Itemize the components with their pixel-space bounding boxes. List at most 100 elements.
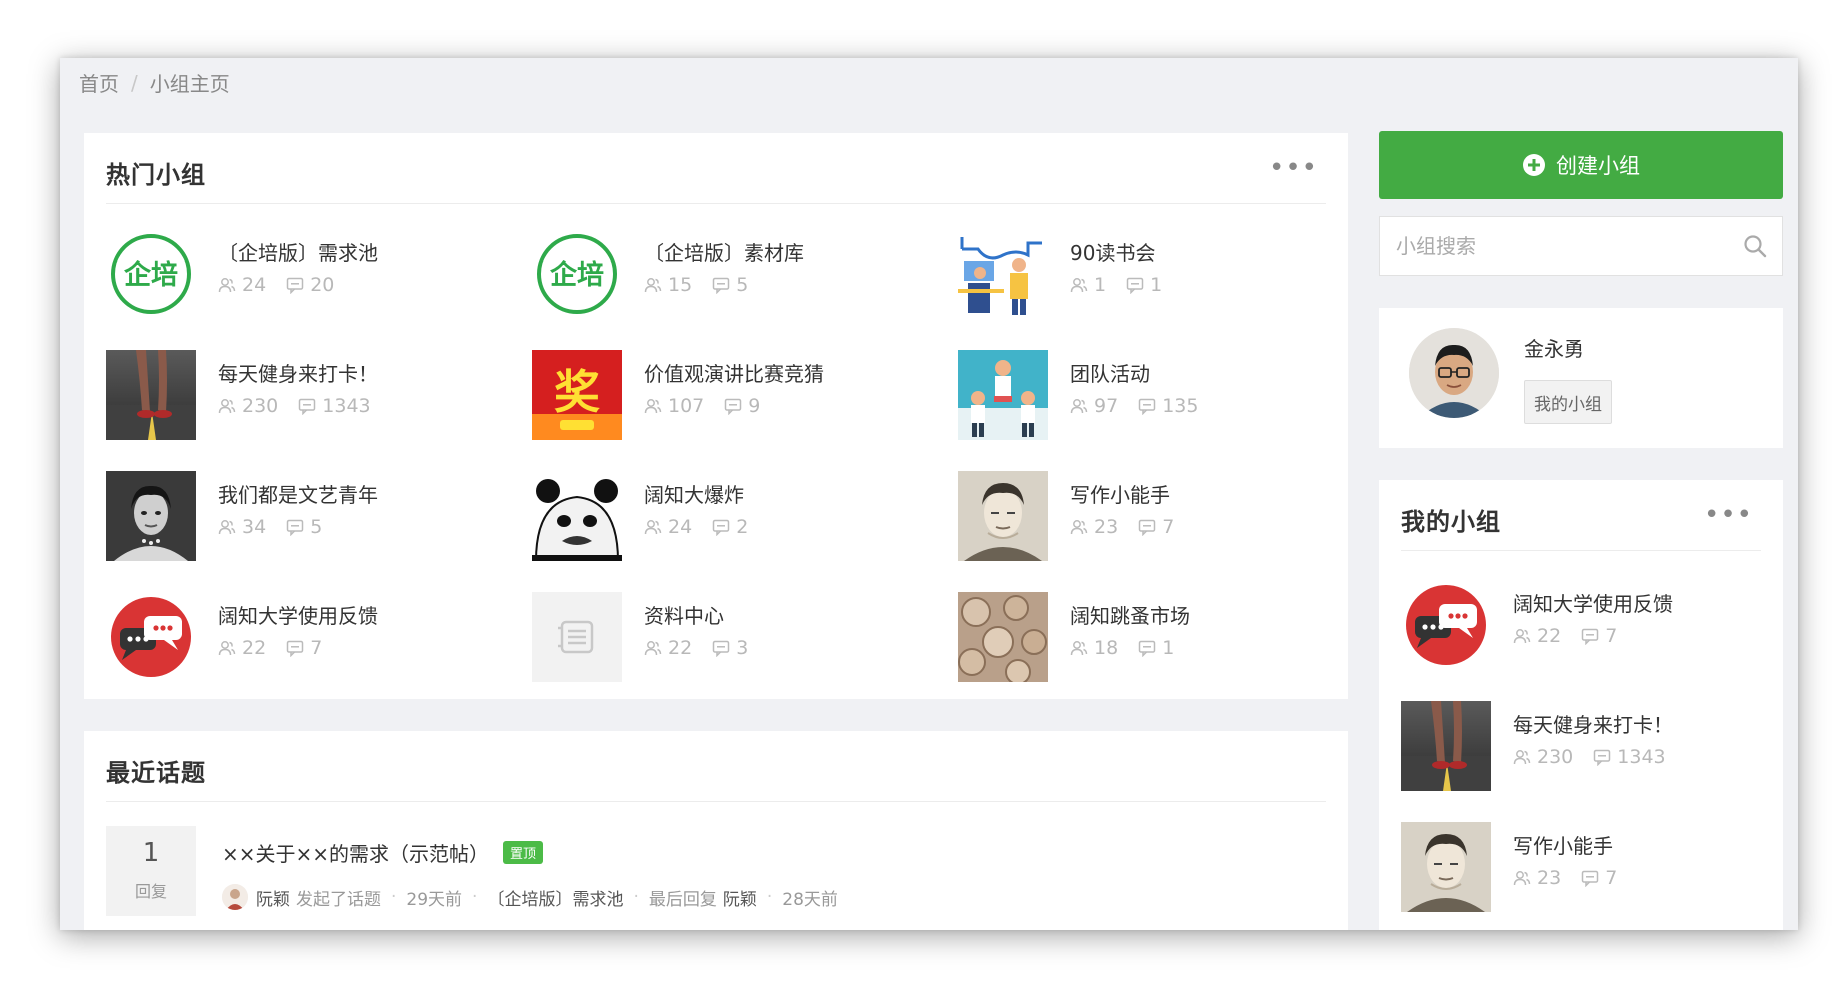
- group-thumbnail[interactable]: [532, 471, 622, 561]
- group-card[interactable]: 企培 〔企培版〕素材库 15 5: [532, 229, 932, 321]
- group-name[interactable]: 我们都是文艺青年: [218, 479, 378, 508]
- more-icon[interactable]: •••: [1269, 155, 1318, 181]
- breadcrumb-home[interactable]: 首页: [79, 68, 119, 97]
- group-name[interactable]: 每天健身来打卡！: [218, 358, 378, 387]
- topic-count-value: 7: [1162, 516, 1175, 538]
- topic-count-value: 1343: [1617, 746, 1666, 768]
- topic-count-value: 2: [736, 516, 749, 538]
- group-name[interactable]: 90读书会: [1070, 237, 1155, 266]
- group-card[interactable]: 团队活动 97 135: [958, 350, 1358, 442]
- group-card[interactable]: 企培 〔企培版〕需求池 24 20: [106, 229, 506, 321]
- members-icon: [1513, 750, 1531, 765]
- member-count-value: 34: [242, 516, 267, 538]
- group-card[interactable]: 写作小能手 23 7: [958, 471, 1358, 563]
- group-thumbnail[interactable]: [532, 592, 622, 682]
- breadcrumb-current: 小组主页: [149, 72, 230, 96]
- group-thumbnail[interactable]: [106, 350, 196, 440]
- group-name[interactable]: 阔知大爆炸: [644, 479, 744, 508]
- user-avatar[interactable]: [1409, 328, 1499, 418]
- topic-count-value: 5: [310, 516, 323, 538]
- group-thumbnail[interactable]: [106, 592, 196, 682]
- topic-count-value: 20: [310, 274, 335, 296]
- group-card[interactable]: 写作小能手 23 7: [1401, 822, 1761, 914]
- topic-group-link[interactable]: 〔企培版〕需求池: [487, 885, 623, 910]
- group-stats: 24 2: [644, 516, 768, 538]
- search-icon[interactable]: [1742, 233, 1768, 259]
- plus-circle-icon: [1523, 154, 1545, 176]
- group-stats: 230 1343: [1513, 746, 1686, 768]
- recent-topics-title: 最近话题: [106, 759, 206, 787]
- group-name[interactable]: 写作小能手: [1513, 830, 1613, 859]
- group-thumbnail[interactable]: 奖: [532, 350, 622, 440]
- group-name[interactable]: 阔知跳蚤市场: [1070, 600, 1190, 629]
- topic-count: 3: [712, 637, 748, 659]
- group-name[interactable]: 资料中心: [644, 600, 724, 629]
- user-name[interactable]: 金永勇: [1524, 333, 1584, 362]
- svg-text:企培: 企培: [550, 259, 604, 291]
- group-card[interactable]: 阔知大学使用反馈 22 7: [1401, 580, 1761, 672]
- more-icon[interactable]: •••: [1704, 502, 1753, 528]
- group-stats: 22 3: [644, 637, 768, 659]
- comments-icon: [712, 519, 730, 536]
- topic-count: 5: [286, 516, 322, 538]
- group-thumbnail[interactable]: [958, 471, 1048, 561]
- topic-count: 20: [286, 274, 334, 296]
- group-name[interactable]: 阔知大学使用反馈: [218, 600, 378, 629]
- svg-text:企培: 企培: [124, 259, 178, 291]
- svg-text:奖: 奖: [554, 365, 600, 419]
- member-count: 1: [1070, 274, 1106, 296]
- group-thumbnail[interactable]: [1401, 580, 1491, 670]
- group-name[interactable]: 〔企培版〕需求池: [218, 237, 378, 266]
- comments-icon: [1594, 749, 1611, 766]
- group-thumbnail[interactable]: [958, 350, 1048, 440]
- group-card[interactable]: 阔知大爆炸 24 2: [532, 471, 932, 563]
- my-groups-button[interactable]: 我的小组: [1524, 380, 1612, 424]
- group-name[interactable]: 每天健身来打卡！: [1513, 709, 1673, 738]
- group-card[interactable]: 90读书会 1 1: [958, 229, 1358, 321]
- my-groups-header: 我的小组 •••: [1401, 480, 1761, 551]
- author-avatar[interactable]: [222, 884, 248, 910]
- topic-count-value: 135: [1162, 395, 1199, 417]
- last-reply-time: 28天前: [782, 889, 838, 910]
- group-card[interactable]: 奖 价值观演讲比赛竞猜 107 9: [532, 350, 932, 442]
- topic-count: 5: [712, 274, 748, 296]
- topic-count-value: 7: [1605, 625, 1618, 647]
- members-icon: [644, 278, 662, 293]
- group-card[interactable]: 我们都是文艺青年 34 5: [106, 471, 506, 563]
- group-thumbnail[interactable]: [1401, 701, 1491, 791]
- group-thumbnail[interactable]: 企培: [106, 229, 196, 319]
- user-card: 金永勇 我的小组: [1379, 308, 1783, 448]
- member-count-value: 97: [1094, 395, 1119, 417]
- group-card[interactable]: 阔知大学使用反馈 22 7: [106, 592, 506, 684]
- topic-count-value: 5: [736, 274, 749, 296]
- comments-icon: [1581, 628, 1599, 645]
- topic-title-link[interactable]: ××关于××的需求（示范帖） 置顶: [222, 838, 544, 867]
- group-search-input[interactable]: [1396, 217, 1736, 275]
- group-thumbnail[interactable]: [106, 471, 196, 561]
- topic-author[interactable]: 阮颖: [256, 885, 290, 910]
- group-name[interactable]: 阔知大学使用反馈: [1513, 588, 1673, 617]
- group-name[interactable]: 团队活动: [1070, 358, 1150, 387]
- group-name[interactable]: 写作小能手: [1070, 479, 1170, 508]
- group-thumbnail[interactable]: [958, 592, 1048, 682]
- member-count-value: 107: [668, 395, 705, 417]
- group-name[interactable]: 价值观演讲比赛竞猜: [644, 358, 824, 387]
- group-thumbnail[interactable]: 企培: [532, 229, 622, 319]
- group-card[interactable]: 阔知跳蚤市场 18 1: [958, 592, 1358, 684]
- member-count-value: 22: [668, 637, 693, 659]
- last-replier[interactable]: 阮颖: [723, 885, 757, 910]
- create-group-button[interactable]: 创建小组: [1379, 131, 1783, 199]
- group-card[interactable]: 每天健身来打卡！ 230 1343: [1401, 701, 1761, 793]
- group-name[interactable]: 〔企培版〕素材库: [644, 237, 804, 266]
- member-count-value: 15: [668, 274, 693, 296]
- group-thumbnail[interactable]: [1401, 822, 1491, 912]
- group-thumbnail[interactable]: [958, 229, 1048, 319]
- group-card[interactable]: 资料中心 22 3: [532, 592, 932, 684]
- members-icon: [1070, 520, 1088, 535]
- recent-topics-header: 最近话题: [106, 731, 1326, 802]
- members-icon: [1070, 399, 1088, 414]
- group-stats: 23 7: [1513, 867, 1637, 889]
- topic-meta: 阮颖 发起了话题 · 29天前 · 〔企培版〕需求池 · 最后回复 阮颖 · 2…: [222, 884, 838, 910]
- topic-count: 1343: [298, 395, 371, 417]
- group-card[interactable]: 每天健身来打卡！ 230 1343: [106, 350, 506, 442]
